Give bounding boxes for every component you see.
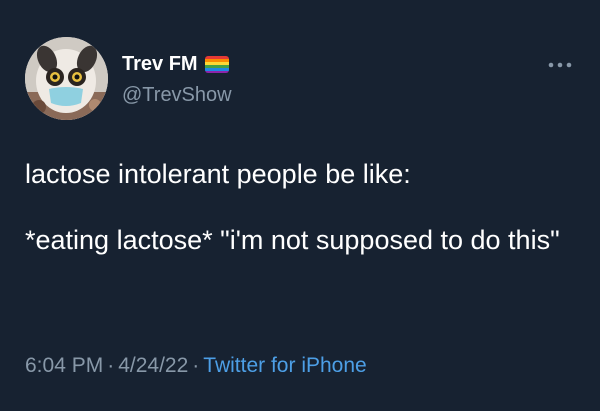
tweet-date[interactable]: 4/24/22 bbox=[118, 354, 188, 377]
rainbow-flag-icon bbox=[204, 56, 229, 73]
author-display-name-row[interactable]: Trev FM bbox=[122, 53, 229, 76]
author-handle[interactable]: @TrevShow bbox=[122, 84, 232, 107]
furby-avatar-icon bbox=[25, 37, 108, 120]
meta-separator: · bbox=[192, 354, 200, 377]
tweet-time[interactable]: 6:04 PM bbox=[25, 354, 103, 377]
tweet-text-line2: *eating lactose* "i'm not supposed to do… bbox=[25, 225, 560, 255]
display-name[interactable]: Trev FM bbox=[122, 53, 198, 76]
meta-separator: · bbox=[107, 354, 115, 377]
tweet-meta: 6:04 PM · 4/24/22 · Twitter for iPhone bbox=[25, 354, 367, 378]
tweet-card: Trev FM @TrevShow lactose intolerant peo… bbox=[0, 0, 600, 411]
tweet-text-line1: lactose intolerant people be like: bbox=[25, 159, 411, 189]
tweet-source-link[interactable]: Twitter for iPhone bbox=[203, 354, 366, 377]
avatar[interactable] bbox=[25, 37, 108, 120]
tweet-text: lactose intolerant people be like: *eati… bbox=[25, 157, 575, 257]
more-horizontal-icon[interactable] bbox=[546, 58, 574, 72]
